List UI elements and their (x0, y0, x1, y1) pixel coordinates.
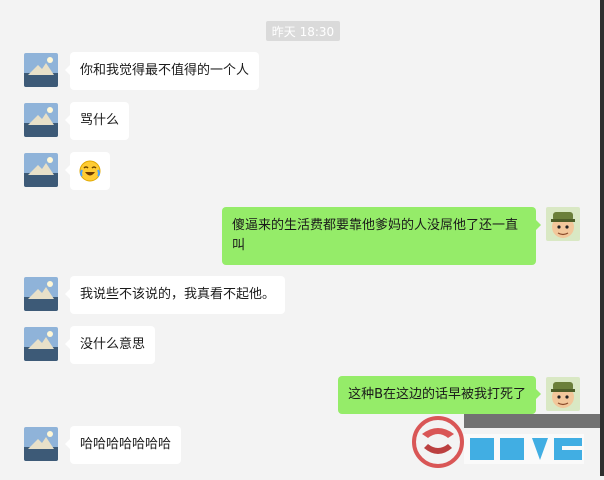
incoming-message-bubble[interactable]: 你和我觉得最不值得的一个人 (64, 52, 260, 90)
incoming-message-bubble[interactable]: 骂什么 (64, 102, 130, 140)
message-text: 没什么意思 (80, 337, 146, 352)
message-text: 傻逼来的生活费都要靠他爹妈的人没屌他了还一直叫 (232, 218, 519, 253)
contact-avatar[interactable] (24, 153, 58, 187)
contact-avatar[interactable] (24, 103, 58, 137)
contact-avatar[interactable] (24, 327, 58, 361)
laugh-cry-emoji-icon (79, 160, 101, 182)
scrollbar[interactable] (600, 0, 604, 476)
message-text: 我说些不该说的，我真看不起他。 (80, 287, 276, 302)
message-text: 你和我觉得最不值得的一个人 (80, 63, 250, 78)
outgoing-message-bubble[interactable]: 傻逼来的生活费都要靠他爹妈的人没屌他了还一直叫 (222, 207, 541, 265)
message-text: 哈哈哈哈哈哈哈 (80, 437, 172, 452)
contact-avatar[interactable] (24, 277, 58, 311)
watermark-logo (408, 404, 604, 476)
incoming-message-bubble[interactable]: 我说些不该说的，我真看不起他。 (64, 276, 286, 314)
incoming-message-bubble[interactable]: 没什么意思 (64, 326, 156, 364)
my-avatar[interactable] (546, 207, 580, 241)
message-text: 骂什么 (80, 113, 120, 128)
contact-avatar[interactable] (24, 427, 58, 461)
incoming-message-bubble[interactable]: 哈哈哈哈哈哈哈 (64, 426, 182, 464)
message-text: 这种B在这边的话早被我打死了 (348, 387, 526, 402)
contact-avatar[interactable] (24, 53, 58, 87)
message-timestamp: 昨天 18:30 (266, 21, 340, 41)
incoming-message-bubble[interactable] (65, 152, 110, 190)
